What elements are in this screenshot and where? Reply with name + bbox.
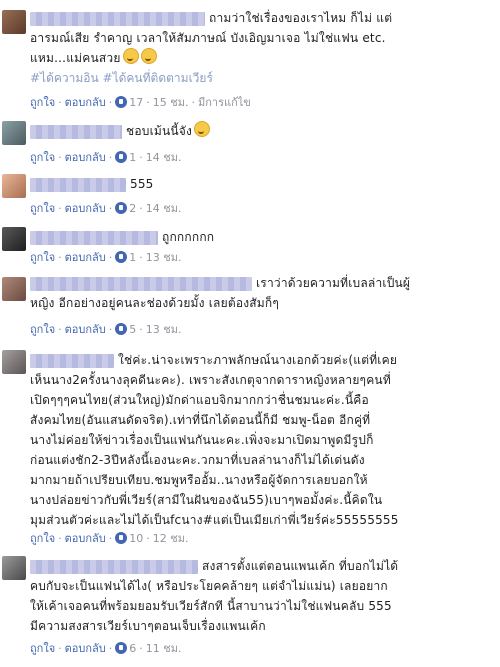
commenter-name[interactable] (30, 276, 252, 291)
commenter-name[interactable] (30, 11, 205, 26)
comment-body: ใช่ค่ะ.น่าจะเพราะภาพลักษณ์นางเอกด้วยค่ะ(… (30, 350, 399, 530)
timestamp[interactable]: 15 ชม. (153, 96, 189, 109)
edited-label[interactable]: มีการแก้ไข (198, 96, 251, 109)
comment-text-line: คบกับจะเป็นแฟนได้ไง( หรือประโยคคล้ายๆ แต… (30, 579, 388, 593)
comment-text-line: หญิง อีกอย่างอยู่คนละช่องด้วยมั้ง เลยต้อ… (30, 296, 280, 310)
comment-body: ถามว่าใช่เรื่องของเราไหม ก็ไม่ แต่ อารมณ… (30, 8, 392, 88)
comment-body: ถูกกกกกก (30, 227, 214, 247)
comment-text-line: สงสารตั้งแต่ตอนแพนเค้ก ที่บอกไม่ได้ (202, 559, 399, 573)
reply-button[interactable]: ตอบกลับ (65, 323, 106, 336)
commenter-name[interactable] (30, 177, 126, 192)
like-count[interactable]: 5 (129, 323, 136, 336)
comment-text-line: แหม...แม่คนสวย (30, 51, 121, 65)
like-button[interactable]: ถูกใจ (30, 532, 55, 545)
like-count[interactable]: 1 (129, 251, 136, 264)
comment-text-line: เราว่าด้วยความที่เบลล่าเป็นผู้ (256, 276, 411, 290)
comment-text-line: มีความสงสารเวียร์เบาๆตอนเจ็บเรื่องแพนเค้… (30, 619, 266, 633)
reply-button[interactable]: ตอบกลับ (65, 96, 106, 109)
comment-text-line: มุมส่วนตัวค่ะและไม่ได้เป็นfcนาง#แต่เป็นเ… (30, 513, 399, 527)
comment-body: เราว่าด้วยความที่เบลล่าเป็นผู้ หญิง อีกอ… (30, 273, 410, 313)
comment-actions: ถูกใจ · ตอบกลับ · 6 · 11 ชม. (30, 642, 182, 655)
like-button[interactable]: ถูกใจ (30, 96, 55, 109)
like-button[interactable]: ถูกใจ (30, 151, 55, 164)
comment-actions: ถูกใจ · ตอบกลับ · 17 · 15 ชม. · มีการแก้ไข (30, 96, 251, 109)
comment-actions: ถูกใจ · ตอบกลับ · 1 · 14 ชม. (30, 151, 182, 164)
comment-text-line: เห็นนาง2ครั้งนางลุคดีนะคะ). เพราะสังเกตุ… (30, 373, 391, 387)
comment-text-line: นางปล่อยข่าวกับพี่เวียร์(สามีในฝันของฉัน… (30, 493, 383, 507)
comment-actions: ถูกใจ · ตอบกลับ · 1 · 13 ชม. (30, 251, 182, 264)
comment-text-line: มากมายถ้าเปรียบเทียบ.ชมพูหรืออั้ม..นางหร… (30, 473, 368, 487)
like-count[interactable]: 17 (129, 96, 143, 109)
like-count-icon (115, 96, 128, 108)
reply-button[interactable]: ตอบกลับ (65, 202, 106, 215)
like-count[interactable]: 6 (129, 642, 136, 655)
like-count-icon (115, 202, 128, 214)
comment-text-line: ถามว่าใช่เรื่องของเราไหม ก็ไม่ แต่ (209, 11, 393, 25)
like-count-icon (115, 532, 128, 544)
reply-button[interactable]: ตอบกลับ (65, 642, 106, 655)
laughing-emoji-icon (140, 48, 157, 64)
comment-text-line: ใช่ค่ะ.น่าจะเพราะภาพลักษณ์นางเอกด้วยค่ะ(… (118, 353, 398, 367)
comment-actions: ถูกใจ · ตอบกลับ · 2 · 14 ชม. (30, 202, 182, 215)
avatar[interactable] (2, 174, 26, 198)
reply-button[interactable]: ตอบกลับ (65, 251, 106, 264)
like-count[interactable]: 2 (129, 202, 136, 215)
laughing-emoji-icon (122, 48, 139, 64)
comment-text-line: ถูกกกกกก (162, 230, 215, 244)
comment-text-line: 555 (130, 177, 154, 191)
comment-actions: ถูกใจ · ตอบกลับ · 10 · 12 ชม. (30, 532, 189, 545)
comment-text-line: ให้เค้าเจอคนที่พร้อมยอมรับเวียร์สักที นี… (30, 599, 392, 613)
avatar[interactable] (2, 350, 26, 374)
avatar[interactable] (2, 121, 26, 145)
comment-body: สงสารตั้งแต่ตอนแพนเค้ก ที่บอกไม่ได้ คบกั… (30, 556, 398, 636)
comment-actions: ถูกใจ · ตอบกลับ · 5 · 13 ชม. (30, 323, 182, 336)
avatar[interactable] (2, 10, 26, 34)
timestamp[interactable]: 13 ชม. (146, 251, 182, 264)
commenter-name[interactable] (30, 230, 158, 245)
commenter-name[interactable] (30, 559, 198, 574)
like-button[interactable]: ถูกใจ (30, 323, 55, 336)
comment-text-line: สังคมไทย(อันแสนดัดจริต).เท่าที่นึกได้ตอน… (30, 413, 371, 427)
timestamp[interactable]: 14 ชม. (146, 151, 182, 164)
hashtags[interactable]: #ได้ความอิน #ได้คนที่ติดตามเวียร์ (30, 68, 392, 88)
like-count-icon (115, 251, 128, 263)
comment-text-line: นางไม่ค่อยให้ข่าวเรื่องเป็นแฟนกันนะคะ.เพ… (30, 433, 374, 447)
like-button[interactable]: ถูกใจ (30, 251, 55, 264)
timestamp[interactable]: 11 ชม. (146, 642, 182, 655)
avatar[interactable] (2, 556, 26, 580)
like-count-icon (115, 151, 128, 163)
reply-button[interactable]: ตอบกลับ (65, 151, 106, 164)
like-count-icon (115, 323, 128, 335)
reply-button[interactable]: ตอบกลับ (65, 532, 106, 545)
like-button[interactable]: ถูกใจ (30, 202, 55, 215)
commenter-name[interactable] (30, 124, 122, 139)
like-button[interactable]: ถูกใจ (30, 642, 55, 655)
commenter-name[interactable] (30, 353, 114, 368)
comment-text-line: อารมณ์เสีย รำคาญ เวลาให้สัมภาษณ์ บังเอิญ… (30, 31, 386, 45)
comment-text-line: ชอบเม้นนี้จัง (126, 124, 193, 138)
comment-body: ชอบเม้นนี้จัง (30, 121, 211, 141)
comment-body: 555 (30, 174, 154, 194)
smiling-emoji-icon (194, 121, 211, 137)
like-count[interactable]: 10 (129, 532, 143, 545)
avatar[interactable] (2, 277, 26, 301)
timestamp[interactable]: 14 ชม. (146, 202, 182, 215)
comment-text-line: เปิดๆๆๆคนไทย(ส่วนใหญ่)มักด่าแอบจิกมากกว่… (30, 393, 369, 407)
comment-text-line: ก่อนแต่งชัก2-3ปีหลังนี้เองนะคะ.วกมาที่เบ… (30, 453, 365, 467)
timestamp[interactable]: 13 ชม. (146, 323, 182, 336)
like-count[interactable]: 1 (129, 151, 136, 164)
timestamp[interactable]: 12 ชม. (153, 532, 189, 545)
like-count-icon (115, 642, 128, 654)
avatar[interactable] (2, 227, 26, 251)
